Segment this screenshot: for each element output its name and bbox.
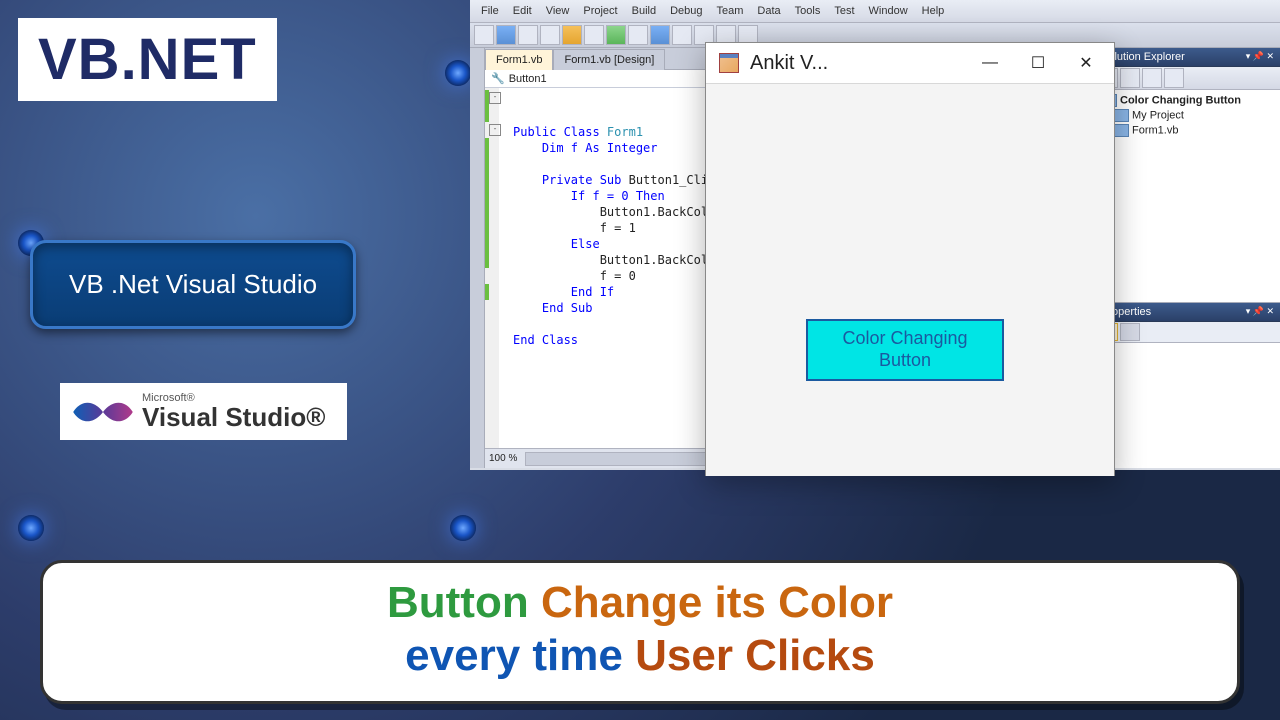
menu-view[interactable]: View	[539, 2, 577, 20]
member-label: Button1	[509, 73, 547, 85]
menu-tools[interactable]: Tools	[788, 2, 828, 20]
pin-icon[interactable]: ▾ 📌 ✕	[1246, 306, 1274, 318]
menu-team[interactable]: Team	[710, 2, 751, 20]
caption-word: every time	[405, 631, 623, 680]
solution-root[interactable]: Color Changing Button	[1098, 93, 1277, 108]
menu-test[interactable]: Test	[827, 2, 861, 20]
bg-node	[445, 60, 471, 86]
color-changing-button[interactable]: Color Changing Button	[806, 319, 1004, 381]
vbnet-logo: VB.NET	[18, 18, 277, 101]
tree-form1[interactable]: Form1.vb	[1098, 123, 1277, 138]
properties-grid[interactable]	[1095, 343, 1280, 468]
se-tool-button[interactable]	[1120, 68, 1140, 88]
toolbar-button[interactable]	[562, 25, 582, 45]
pin-icon[interactable]: ▾ 📌 ✕	[1246, 51, 1274, 63]
bg-node	[450, 515, 476, 541]
menu-window[interactable]: Window	[862, 2, 915, 20]
toolbar-button[interactable]	[540, 25, 560, 45]
se-tool-button[interactable]	[1142, 68, 1162, 88]
solution-explorer-toolbar	[1095, 67, 1280, 90]
prop-az-button[interactable]	[1120, 323, 1140, 341]
tab-form1-vb[interactable]: Form1.vb	[485, 49, 553, 70]
form-client-area: Color Changing Button	[706, 84, 1114, 476]
caption-word: User Clicks	[635, 631, 875, 680]
close-button[interactable]: ✕	[1062, 45, 1110, 81]
properties-toolbar	[1095, 322, 1280, 343]
menu-help[interactable]: Help	[915, 2, 952, 20]
toolbar-button[interactable]	[474, 25, 494, 45]
running-form-window: Ankit V... — ☐ ✕ Color Changing Button	[705, 42, 1115, 476]
ide-left-gutter	[470, 48, 485, 468]
tree-my-project[interactable]: My Project	[1098, 108, 1277, 123]
toolbar-button[interactable]	[584, 25, 604, 45]
form-app-icon	[718, 52, 740, 74]
infinity-icon	[72, 394, 134, 430]
form-title-text: Ankit V...	[750, 52, 966, 75]
visual-studio-logo: Microsoft® Visual Studio®	[60, 383, 347, 440]
form-titlebar[interactable]: Ankit V... — ☐ ✕	[706, 43, 1114, 84]
bg-node	[18, 515, 44, 541]
tab-form1-design[interactable]: Form1.vb [Design]	[553, 49, 665, 70]
video-caption: Button Change its Color every time User …	[40, 560, 1240, 704]
properties-header: Properties ▾ 📌 ✕	[1095, 303, 1280, 322]
caption-word: Button	[387, 578, 529, 627]
solution-explorer-header: Solution Explorer ▾ 📌 ✕	[1095, 48, 1280, 67]
ide-menubar: File Edit View Project Build Debug Team …	[470, 0, 1280, 23]
toolbar-button[interactable]	[496, 25, 516, 45]
menu-build[interactable]: Build	[625, 2, 663, 20]
menu-file[interactable]: File	[474, 2, 506, 20]
toolbar-button[interactable]	[628, 25, 648, 45]
vs-label: Visual Studio®	[142, 404, 325, 430]
menu-edit[interactable]: Edit	[506, 2, 539, 20]
toolbar-button[interactable]	[672, 25, 692, 45]
toolbar-button[interactable]	[606, 25, 626, 45]
folder-icon	[1114, 109, 1129, 122]
maximize-button[interactable]: ☐	[1014, 45, 1062, 81]
minimize-button[interactable]: —	[966, 45, 1014, 81]
wrench-icon: 🔧	[491, 72, 505, 85]
menu-debug[interactable]: Debug	[663, 2, 709, 20]
caption-word: Change its Color	[541, 578, 893, 627]
vb-file-icon	[1114, 124, 1129, 137]
menu-data[interactable]: Data	[750, 2, 787, 20]
se-tool-button[interactable]	[1164, 68, 1184, 88]
zoom-level[interactable]: 100 %	[489, 453, 517, 464]
toolbar-button[interactable]	[650, 25, 670, 45]
solution-tree: Color Changing Button My Project Form1.v…	[1095, 90, 1280, 141]
menu-project[interactable]: Project	[576, 2, 624, 20]
subtitle-pill: VB .Net Visual Studio	[30, 240, 356, 329]
toolbar-button[interactable]	[518, 25, 538, 45]
